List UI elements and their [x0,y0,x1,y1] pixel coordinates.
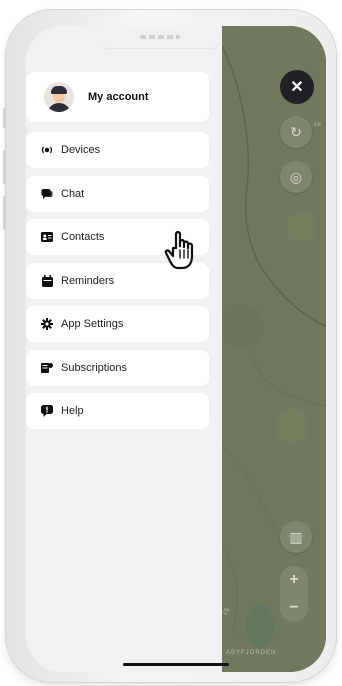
menu-label-help: Help [61,405,84,417]
map-type-button[interactable]: ▥ [280,521,312,553]
calendar-icon [41,274,53,287]
device-mockup: ↻ ◎ ▥ + − sk is ABYFJORDEN ✕ My account … [0,0,342,686]
map-view[interactable]: ↻ ◎ ▥ + − sk is ABYFJORDEN [222,26,326,672]
menu-item-devices[interactable]: Devices [26,132,209,168]
menu-label-subscriptions: Subscriptions [61,361,128,374]
menu-item-app-settings[interactable]: App Settings [26,306,209,342]
zoom-in-button[interactable]: + [289,571,298,589]
avatar [44,82,74,112]
chat-icon [41,188,53,200]
gear-icon [41,318,53,330]
menu-item-help[interactable]: Help [26,393,209,429]
menu-item-subscriptions[interactable]: Subscriptions [26,349,209,386]
menu-label-contacts: Contacts [61,231,105,243]
menu-label-reminders: Reminders [61,274,115,287]
refresh-button[interactable]: ↻ [280,116,312,148]
menu-label-app-settings: App Settings [61,318,124,330]
my-account-item[interactable]: My account [26,72,209,122]
locate-button[interactable]: ◎ [280,161,312,193]
contacts-icon [41,231,53,243]
speaker-grille [140,35,180,39]
map-type-icon: ▥ [289,528,303,545]
zoom-controls: + − [280,566,308,622]
help-icon [41,405,53,417]
subscriptions-icon [41,362,53,374]
phone-notch [98,26,222,48]
zoom-out-button[interactable]: − [289,599,298,617]
account-label: My account [88,91,149,103]
map-region-label: ABYFJORDEN [226,650,277,656]
home-indicator[interactable] [123,663,229,666]
menu-label-devices: Devices [61,144,101,156]
map-label-top: sk [314,122,322,128]
close-button[interactable]: ✕ [280,70,314,104]
menu-item-chat[interactable]: Chat [26,175,209,212]
close-icon: ✕ [290,79,304,96]
locate-icon: ◎ [289,168,303,185]
refresh-icon: ↻ [290,123,302,140]
side-drawer: My account Devices Chat Contacts Reminde… [26,26,222,672]
devices-icon [41,144,53,156]
hand-pointer-icon [162,226,210,274]
menu-label-chat: Chat [61,187,85,200]
phone-screen: ↻ ◎ ▥ + − sk is ABYFJORDEN ✕ My account … [26,26,326,672]
map-terrain [222,26,326,672]
